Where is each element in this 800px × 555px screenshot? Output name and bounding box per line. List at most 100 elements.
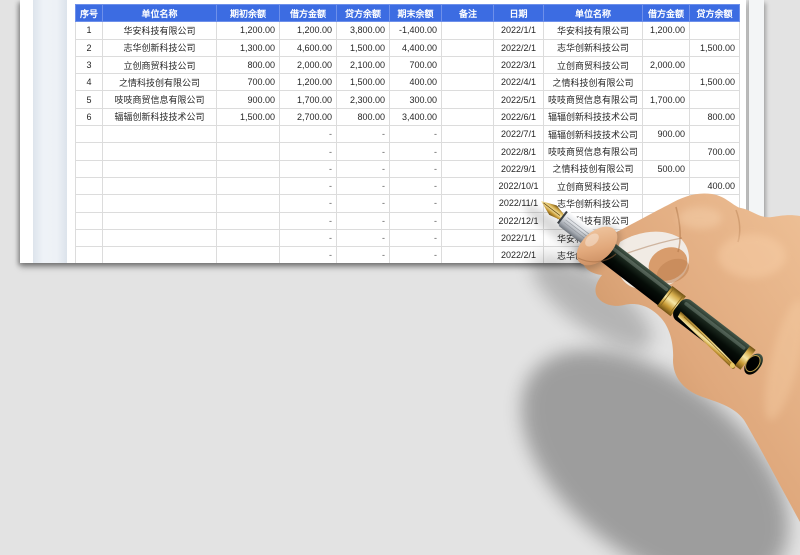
- column-header[interactable]: 期初余额: [216, 3, 281, 23]
- cell[interactable]: [689, 55, 741, 75]
- cell[interactable]: 2,700.00: [279, 107, 338, 127]
- cell[interactable]: 2,300.00: [336, 90, 391, 109]
- cell[interactable]: 3,800.00: [336, 21, 391, 40]
- cell[interactable]: -: [336, 194, 391, 213]
- cell[interactable]: 800.00: [689, 107, 741, 127]
- cell[interactable]: [642, 176, 691, 196]
- cell[interactable]: 2022/1/1: [493, 228, 544, 248]
- column-header[interactable]: 贷方余额: [336, 3, 391, 23]
- cell[interactable]: [441, 194, 496, 213]
- cell[interactable]: 400.00: [389, 73, 443, 92]
- journal-entries-table[interactable]: 日期 单位名称 借方金额 贷方余额 2022/1/1 华安科技有限公司 1,200.00 20…: [493, 3, 741, 263]
- cell[interactable]: 之情科技创有限公司: [542, 159, 644, 178]
- ledger-balance-table[interactable]: 序号 单位名称 期初余额 借方金额 贷方余额 期末余额 备注 1 华安科技有限公司 1,200.0…: [74, 3, 496, 263]
- cell[interactable]: 立创商贸科技公司: [102, 55, 218, 75]
- cell[interactable]: -: [279, 176, 338, 196]
- cell[interactable]: [441, 38, 496, 57]
- cell[interactable]: 1: [74, 21, 104, 40]
- cell[interactable]: [216, 246, 281, 263]
- cell[interactable]: 1,200.00: [642, 21, 691, 40]
- cell[interactable]: 1,700.00: [279, 90, 338, 109]
- cell[interactable]: 1,200.00: [279, 73, 338, 92]
- cell[interactable]: 4,400.00: [389, 38, 443, 57]
- cell[interactable]: 立创商贸科技公司: [542, 55, 644, 75]
- cell[interactable]: [689, 211, 741, 230]
- column-header[interactable]: 日期: [493, 3, 544, 23]
- cell[interactable]: 800.00: [216, 55, 281, 75]
- cell[interactable]: 吱吱商贸信息有限公司: [542, 142, 644, 161]
- cell[interactable]: 2: [74, 38, 104, 57]
- cell[interactable]: -: [336, 211, 391, 230]
- cell[interactable]: [689, 194, 741, 213]
- cell[interactable]: -: [336, 246, 391, 263]
- cell[interactable]: 800.00: [336, 107, 391, 127]
- cell[interactable]: 6: [74, 107, 104, 127]
- cell[interactable]: 1,200.00: [216, 21, 281, 40]
- cell[interactable]: [216, 159, 281, 178]
- cell[interactable]: [642, 107, 691, 127]
- cell[interactable]: 1,500.00: [689, 38, 741, 57]
- cell[interactable]: 1,300.00: [216, 38, 281, 57]
- cell[interactable]: [441, 142, 496, 161]
- column-header[interactable]: 借方金额: [279, 3, 338, 23]
- cell[interactable]: -: [279, 194, 338, 213]
- cell[interactable]: -: [389, 142, 443, 161]
- cell[interactable]: 2022/12/1: [493, 211, 544, 230]
- cell[interactable]: -: [336, 125, 391, 144]
- cell[interactable]: -: [389, 194, 443, 213]
- cell[interactable]: 之情科技创有限公司: [102, 73, 218, 92]
- cell[interactable]: [74, 194, 104, 213]
- cell[interactable]: [102, 125, 218, 144]
- cell[interactable]: -: [389, 125, 443, 144]
- cell[interactable]: 3,400.00: [389, 107, 443, 127]
- cell[interactable]: 之情科技创有限公司: [542, 73, 644, 92]
- cell[interactable]: 1,700.00: [642, 90, 691, 109]
- cell[interactable]: [216, 194, 281, 213]
- cell[interactable]: 志华创新科技公司: [542, 38, 644, 57]
- cell[interactable]: 2,000.00: [279, 55, 338, 75]
- cell[interactable]: -: [279, 142, 338, 161]
- cell[interactable]: 4: [74, 73, 104, 92]
- cell[interactable]: -: [389, 159, 443, 178]
- cell[interactable]: 900.00: [216, 90, 281, 109]
- cell[interactable]: 5: [74, 90, 104, 109]
- cell[interactable]: 2022/4/1: [493, 73, 544, 92]
- cell[interactable]: [216, 176, 281, 196]
- cell[interactable]: 2022/6/1: [493, 107, 544, 127]
- cell[interactable]: 4,600.00: [279, 38, 338, 57]
- cell[interactable]: [441, 176, 496, 196]
- cell[interactable]: 3: [74, 55, 104, 75]
- cell[interactable]: -: [336, 228, 391, 248]
- column-header[interactable]: 序号: [74, 3, 104, 23]
- cell[interactable]: [74, 211, 104, 230]
- cell[interactable]: -: [279, 125, 338, 144]
- cell[interactable]: [689, 246, 741, 263]
- cell[interactable]: [689, 228, 741, 248]
- cell[interactable]: 2022/9/1: [493, 159, 544, 178]
- column-header[interactable]: 单位名称: [102, 3, 218, 23]
- cell[interactable]: 吱吱商贸信息有限公司: [542, 90, 644, 109]
- cell[interactable]: 1,500.00: [216, 107, 281, 127]
- cell[interactable]: [689, 21, 741, 40]
- cell[interactable]: [216, 125, 281, 144]
- cell[interactable]: 2022/7/1: [493, 125, 544, 144]
- cell[interactable]: 2,000.00: [642, 55, 691, 75]
- cell[interactable]: -1,400.00: [389, 21, 443, 40]
- cell[interactable]: 900.00: [642, 125, 691, 144]
- cell[interactable]: [74, 246, 104, 263]
- cell[interactable]: 2022/1/1: [493, 21, 544, 40]
- cell[interactable]: [441, 73, 496, 92]
- cell[interactable]: 志华创新科技公司: [542, 246, 644, 263]
- cell[interactable]: 吱吱商贸信息有限公司: [102, 90, 218, 109]
- cell[interactable]: [74, 159, 104, 178]
- cell[interactable]: [642, 142, 691, 161]
- cell[interactable]: [642, 38, 691, 57]
- cell[interactable]: 2022/5/1: [493, 90, 544, 109]
- cell[interactable]: 500.00: [642, 159, 691, 178]
- cell[interactable]: 辐辐创新科技技术公司: [542, 107, 644, 127]
- column-header[interactable]: 备注: [441, 3, 496, 23]
- cell[interactable]: [74, 142, 104, 161]
- cell[interactable]: 2022/3/1: [493, 55, 544, 75]
- cell[interactable]: [102, 246, 218, 263]
- cell[interactable]: 400.00: [689, 176, 741, 196]
